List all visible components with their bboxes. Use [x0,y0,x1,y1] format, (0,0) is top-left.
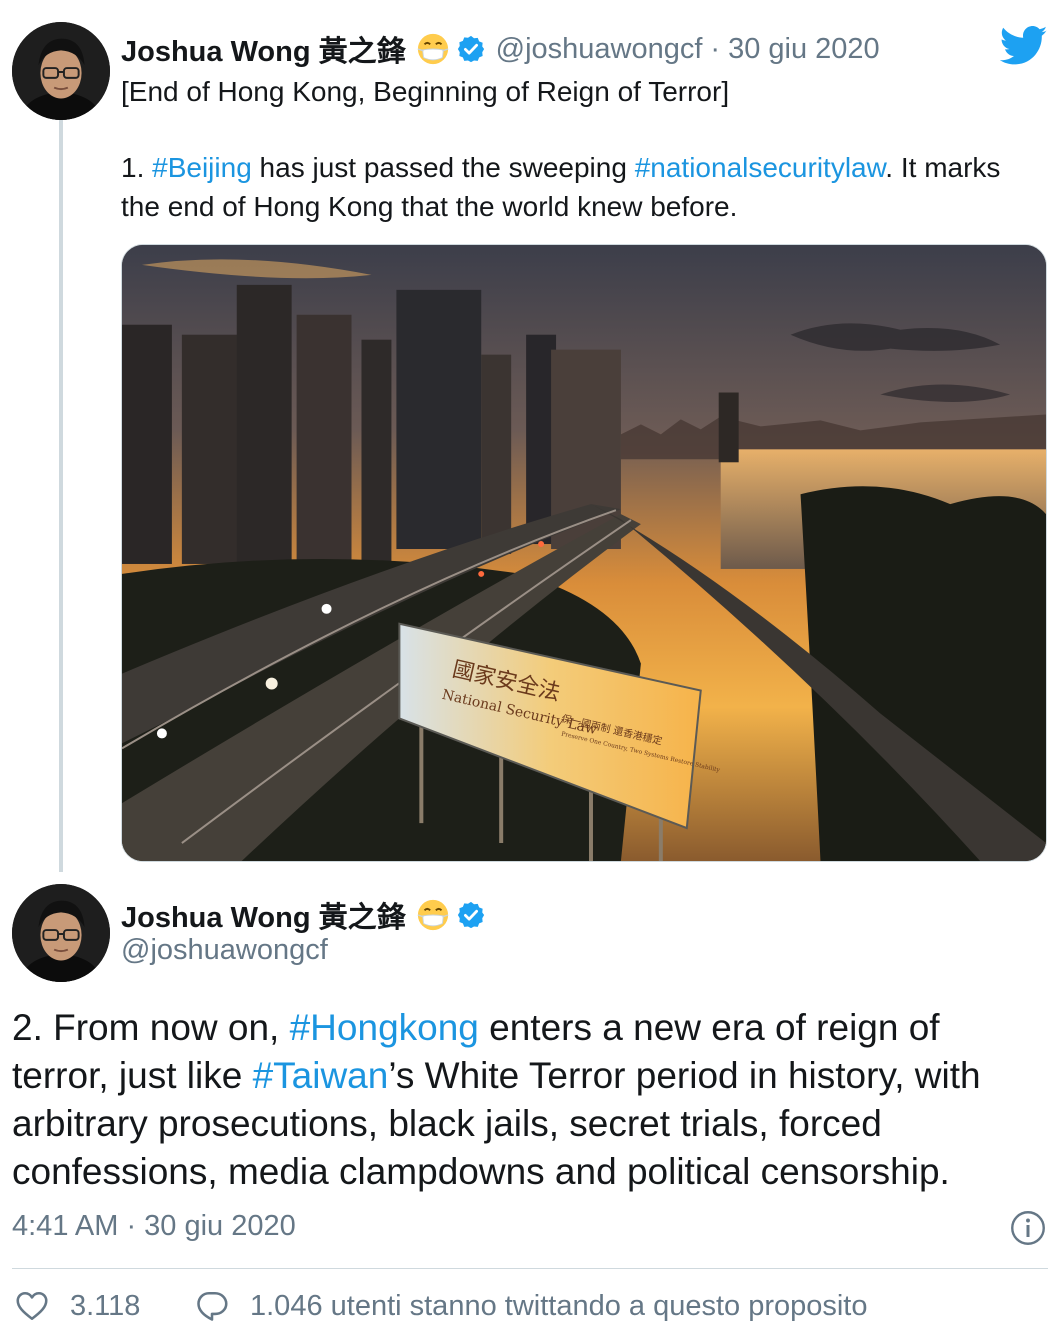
info-icon[interactable] [1010,1210,1046,1246]
tweet-timestamp[interactable]: 4:41 AM · 30 giu 2020 [12,1210,296,1243]
hashtag-link[interactable]: #nationalsecuritylaw [635,152,886,183]
verified-badge-icon [457,901,484,929]
conversation-count-text: 1.046 utenti stanno twittando a questo p… [250,1289,868,1322]
header-separator: · [710,32,721,65]
reply-bubble-icon [197,1291,228,1321]
face-with-medical-mask-icon [417,33,448,65]
tweet-photo[interactable]: 國家安全法 National Security Law 保一國兩制 還香港穩定 … [121,244,1047,862]
author-name[interactable]: Joshua Wong 黃之鋒 [121,894,406,936]
author-avatar[interactable] [12,22,110,120]
author-handle[interactable]: @joshuawongcf [121,934,328,967]
like-button[interactable]: 3.118 [14,1288,140,1324]
author-name[interactable]: Joshua Wong 黃之鋒 [121,28,406,70]
tweet2-text: 2. From now on, [12,1007,290,1048]
divider [12,1268,1048,1269]
twitter-bird-icon[interactable] [1000,26,1048,66]
author-handle[interactable]: @joshuawongcf [496,33,703,66]
verified-badge-icon [457,35,484,63]
tweet1-body: 1. #Beijing has just passed the sweeping… [121,148,1021,226]
hashtag-link[interactable]: #Beijing [152,152,252,183]
tweet-date[interactable]: 30 giu 2020 [728,33,880,66]
tweet2-body: 2. From now on, #Hongkong enters a new e… [12,1004,1042,1196]
tweet-card: Joshua Wong 黃之鋒 @joshuawongcf · 30 giu 2… [0,0,1062,1340]
tweet2-header: Joshua Wong 黃之鋒 [121,894,486,936]
hong-kong-highway-sunset-photo: 國家安全法 National Security Law 保一國兩制 還香港穩定 … [122,245,1046,861]
like-count: 3.118 [70,1289,141,1322]
hashtag-link[interactable]: #Hongkong [290,1007,479,1048]
tweet1-title-line: [End of Hong Kong, Beginning of Reign of… [121,76,730,107]
tweet1-header: Joshua Wong 黃之鋒 @joshuawongcf · 30 giu 2… [121,28,880,70]
author-avatar[interactable] [12,884,110,982]
thread-connector-line [59,120,63,872]
tweet1-text: 1. [121,152,153,183]
tweet1-text: has just passed the sweeping [251,152,635,183]
hashtag-link[interactable]: #Taiwan [253,1055,389,1096]
face-with-medical-mask-icon [417,899,448,931]
heart-icon [16,1291,48,1321]
conversation-link[interactable]: 1.046 utenti stanno twittando a questo p… [194,1288,868,1324]
